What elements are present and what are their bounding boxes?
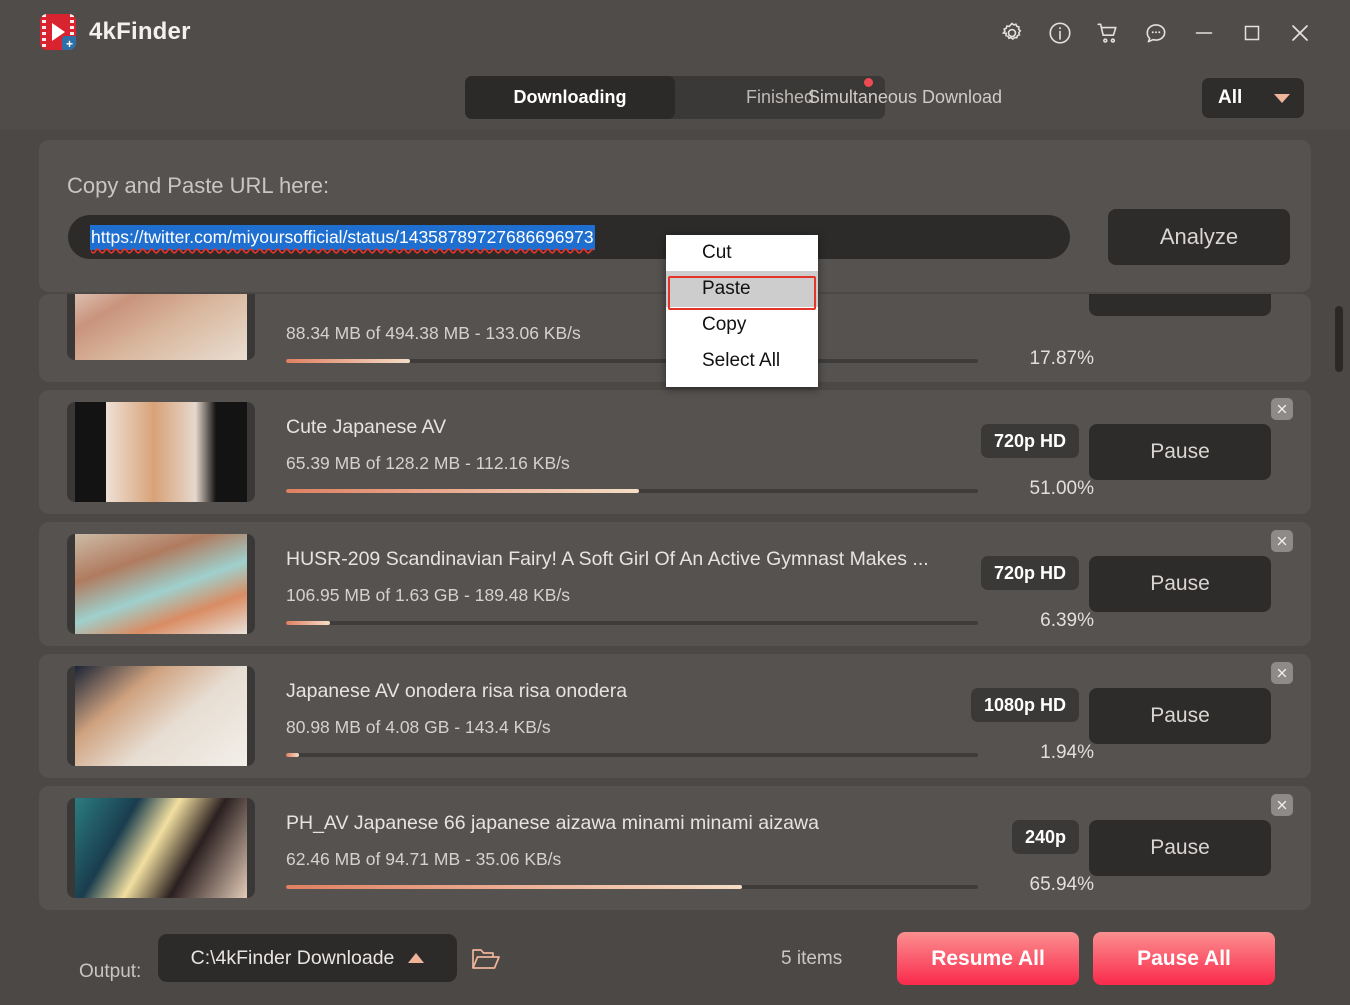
brand: + 4kFinder: [40, 14, 191, 50]
video-thumbnail: [67, 402, 255, 502]
quality-badge: 1080p HD: [971, 688, 1079, 722]
progress-percent: 6.39%: [998, 610, 1094, 632]
download-title: Cute Japanese AV: [286, 416, 1021, 439]
download-row[interactable]: PH_AV Japanese 66 japanese aizawa minami…: [39, 786, 1311, 910]
pause-button[interactable]: Pause: [1089, 820, 1271, 876]
scrollbar-thumb[interactable]: [1335, 306, 1343, 372]
download-title: Japanese AV onodera risa risa onodera: [286, 680, 1021, 703]
progress-percent: 1.94%: [998, 742, 1094, 764]
cart-icon[interactable]: [1084, 7, 1132, 59]
download-title: PH_AV Japanese 66 japanese aizawa minami…: [286, 812, 1021, 835]
output-path-select[interactable]: C:\4kFinder Downloade: [158, 934, 457, 982]
video-thumbnail: [67, 294, 255, 360]
pause-button[interactable]: Pause: [1089, 556, 1271, 612]
progress-percent: 51.00%: [998, 478, 1094, 500]
chat-icon[interactable]: [1132, 7, 1180, 59]
progress-percent: 65.94%: [998, 874, 1094, 896]
context-menu-item-label: Paste: [702, 278, 751, 300]
download-stats: 80.98 MB of 4.08 GB - 143.4 KB/s: [286, 717, 551, 738]
gear-icon[interactable]: [988, 7, 1036, 59]
download-stats: 62.46 MB of 94.71 MB - 35.06 KB/s: [286, 849, 561, 870]
url-caption: Copy and Paste URL here:: [67, 173, 329, 199]
output-label: Output:: [79, 961, 141, 983]
progress-bar: [286, 359, 978, 363]
tab-downloading-label: Downloading: [514, 87, 627, 108]
progress-bar: [286, 621, 978, 625]
close-icon[interactable]: [1271, 398, 1293, 420]
pause-button[interactable]: Pause: [1089, 294, 1271, 316]
context-menu-item-label: Cut: [702, 242, 732, 264]
app-title: 4kFinder: [89, 18, 191, 46]
quality-badge: 240p: [1012, 820, 1079, 854]
progress-bar: [286, 753, 978, 757]
download-row[interactable]: HUSR-209 Scandinavian Fairy! A Soft Girl…: [39, 522, 1311, 646]
download-stats: 106.95 MB of 1.63 GB - 189.48 KB/s: [286, 585, 570, 606]
chevron-up-icon: [408, 953, 424, 963]
window-controls: [988, 0, 1324, 65]
app-window: + 4kFinder: [0, 0, 1350, 1005]
download-info: Cute Japanese AV 65.39 MB of 128.2 MB - 1…: [286, 390, 1021, 514]
resume-all-button[interactable]: Resume All: [897, 932, 1079, 985]
download-row[interactable]: Cute Japanese AV 65.39 MB of 128.2 MB - 1…: [39, 390, 1311, 514]
download-info: HUSR-209 Scandinavian Fairy! A Soft Girl…: [286, 522, 1021, 646]
close-icon[interactable]: [1276, 7, 1324, 59]
context-menu: Cut Paste Copy Select All: [666, 235, 818, 387]
close-icon[interactable]: [1271, 662, 1293, 684]
analyze-button[interactable]: Analyze: [1108, 209, 1290, 265]
close-icon[interactable]: [1271, 794, 1293, 816]
video-thumbnail: [67, 666, 255, 766]
progress-bar: [286, 885, 978, 889]
items-count: 5 items: [781, 948, 842, 970]
open-folder-icon[interactable]: [471, 946, 501, 972]
simultaneous-download-value: All: [1218, 87, 1242, 109]
video-thumbnail: [67, 798, 255, 898]
pause-button[interactable]: Pause: [1089, 688, 1271, 744]
pause-button[interactable]: Pause: [1089, 424, 1271, 480]
context-menu-item-cut[interactable]: Cut: [666, 235, 818, 271]
quality-badge: 720p HD: [981, 424, 1079, 458]
download-info: Japanese AV onodera risa risa onodera 80.…: [286, 654, 1021, 778]
film-play-icon: +: [40, 14, 76, 50]
download-row[interactable]: Japanese AV onodera risa risa onodera 80.…: [39, 654, 1311, 778]
toolbar: Downloading Finished Simultaneous Downlo…: [0, 65, 1350, 130]
chevron-down-icon: [1274, 94, 1290, 103]
context-menu-item-paste[interactable]: Paste: [666, 271, 818, 307]
progress-bar: [286, 489, 978, 493]
tab-downloading[interactable]: Downloading: [465, 76, 675, 119]
context-menu-item-label: Copy: [702, 314, 746, 336]
context-menu-item-select-all[interactable]: Select All: [666, 343, 818, 379]
download-title: HUSR-209 Scandinavian Fairy! A Soft Girl…: [286, 548, 1021, 571]
simultaneous-download-label: Simultaneous Download: [808, 65, 1002, 130]
video-thumbnail: [67, 534, 255, 634]
url-input[interactable]: https://twitter.com/miyoursofficial/stat…: [68, 215, 1070, 259]
maximize-icon[interactable]: [1228, 7, 1276, 59]
progress-percent: 17.87%: [998, 348, 1094, 370]
list-scrollbar[interactable]: [1334, 300, 1344, 908]
url-input-value: https://twitter.com/miyoursofficial/stat…: [90, 225, 595, 250]
info-icon[interactable]: [1036, 7, 1084, 59]
output-path-value: C:\4kFinder Downloade: [191, 947, 395, 970]
close-icon[interactable]: [1271, 530, 1293, 552]
download-stats: 88.34 MB of 494.38 MB - 133.06 KB/s: [286, 323, 581, 344]
tab-finished-label: Finished: [746, 87, 814, 108]
quality-badge: 720p HD: [981, 556, 1079, 590]
pause-all-button[interactable]: Pause All: [1093, 932, 1275, 985]
context-menu-item-copy[interactable]: Copy: [666, 307, 818, 343]
minimize-icon[interactable]: [1180, 7, 1228, 59]
title-bar: + 4kFinder: [0, 0, 1350, 65]
context-menu-item-label: Select All: [702, 350, 780, 372]
download-list: 88.34 MB of 494.38 MB - 133.06 KB/s 17.87…: [39, 294, 1311, 914]
simultaneous-download-select[interactable]: All: [1202, 78, 1304, 118]
download-info: 88.34 MB of 494.38 MB - 133.06 KB/s17.87…: [286, 294, 1021, 382]
download-stats: 65.39 MB of 128.2 MB - 112.16 KB/s: [286, 453, 570, 474]
download-info: PH_AV Japanese 66 japanese aizawa minami…: [286, 786, 1021, 910]
